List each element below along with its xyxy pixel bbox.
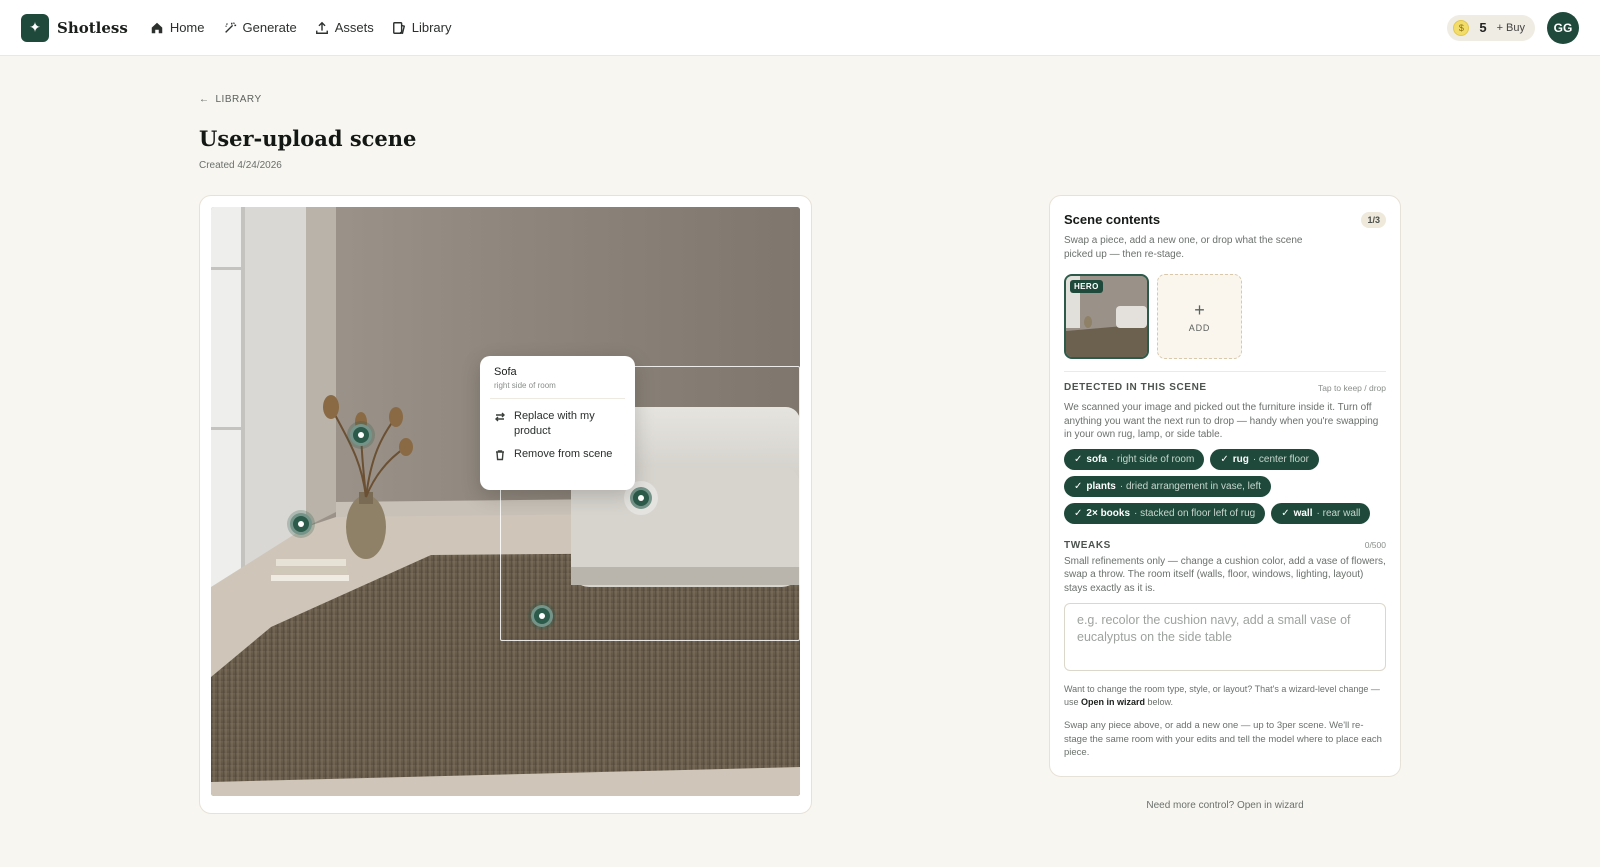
chip-name: 2× books: [1086, 507, 1131, 519]
nav-library[interactable]: Library: [392, 20, 452, 35]
nav-assets-label: Assets: [334, 20, 374, 35]
chip-rug[interactable]: ✓ rug · center floor: [1210, 448, 1319, 470]
chip-name: rug: [1232, 453, 1249, 465]
check-icon: ✓: [1074, 507, 1083, 519]
arrow-left-icon: ←: [199, 94, 210, 105]
library-icon: [392, 21, 405, 34]
remove-label: Remove from scene: [514, 448, 613, 460]
breadcrumb-back-link[interactable]: ← LIBRARY: [199, 94, 262, 105]
books-hotspot-pin[interactable]: [290, 513, 312, 535]
logo-icon[interactable]: ✦: [21, 13, 49, 42]
brand-name[interactable]: Shotless: [57, 19, 128, 37]
chip-name: plants: [1086, 480, 1116, 492]
restage-note: Swap any piece above, or add a new one —…: [1064, 720, 1382, 758]
nav-generate-label: Generate: [242, 20, 297, 35]
plus-icon: +: [1194, 299, 1205, 320]
detected-section-title: DETECTED IN THIS SCENE: [1064, 382, 1207, 393]
panel-description: Swap a piece, add a new one, or drop wha…: [1064, 235, 1303, 260]
chip-desc: · right side of room: [1110, 453, 1195, 465]
scene-thumbnails: HERO + ADD: [1064, 274, 1386, 359]
popover-divider: [490, 398, 625, 399]
replace-with-product-menu-item[interactable]: Replace with my product: [494, 409, 621, 439]
tweaks-description: Small refinements only — change a cushio…: [1064, 555, 1386, 594]
popover-title: Sofa: [494, 366, 517, 378]
chip-desc: · dried arrangement in vase, left: [1119, 480, 1262, 492]
chip-desc: · rear wall: [1316, 507, 1361, 519]
hero-tag: HERO: [1070, 280, 1103, 293]
buy-credits-button[interactable]: + Buy: [1497, 22, 1525, 34]
credits-pill[interactable]: $ 5 + Buy: [1447, 14, 1535, 41]
check-icon: ✓: [1281, 507, 1290, 519]
created-date: Created 4/24/2026: [199, 160, 282, 171]
swap-icon: [495, 412, 505, 422]
detected-hint: Tap to keep / drop: [1317, 382, 1386, 393]
scene-contents-panel: Scene contents 1/3 Swap a piece, add a n…: [1049, 195, 1401, 777]
add-item-button[interactable]: + ADD: [1157, 274, 1242, 359]
note-text-after: below.: [1145, 697, 1174, 707]
panel-title: Scene contents: [1064, 212, 1161, 227]
top-nav-bar: ✦ Shotless Home Generate Assets Library …: [0, 0, 1600, 56]
scene-image-card: Sofa right side of room Replace with my …: [199, 195, 812, 814]
chip-books[interactable]: ✓ 2× books · stacked on floor left of ru…: [1064, 502, 1266, 524]
sofa-hotspot-pin[interactable]: [630, 487, 652, 509]
item-popover-menu: Sofa right side of room Replace with my …: [480, 356, 635, 490]
avatar[interactable]: GG: [1547, 11, 1579, 44]
page-title: User-upload scene: [199, 126, 417, 151]
open-in-wizard-inline-link[interactable]: Open in wizard: [1081, 697, 1145, 707]
check-icon: ✓: [1220, 453, 1229, 465]
check-icon: ✓: [1074, 480, 1083, 492]
chip-name: wall: [1293, 507, 1313, 519]
wizard-note: Want to change the room type, style, or …: [1064, 683, 1386, 709]
detected-chips: ✓ sofa · right side of room ✓ rug · cent…: [1064, 448, 1386, 524]
trash-icon: [496, 450, 504, 461]
nav-home[interactable]: Home: [150, 20, 205, 35]
nav-library-label: Library: [411, 20, 452, 35]
coin-icon: $: [1453, 19, 1470, 36]
check-icon: ✓: [1074, 453, 1083, 465]
tweaks-textarea[interactable]: e.g. recolor the cushion navy, add a sma…: [1064, 603, 1386, 671]
open-in-wizard-link[interactable]: Need more control? Open in wizard: [1049, 800, 1401, 811]
detected-description: We scanned your image and picked out the…: [1064, 402, 1379, 440]
wand-icon: [224, 21, 236, 33]
divider: [1064, 371, 1386, 372]
chip-wall[interactable]: ✓ wall · rear wall: [1271, 502, 1371, 524]
main-nav: Home Generate Assets Library: [150, 20, 452, 35]
chip-desc: · center floor: [1252, 453, 1309, 465]
item-count-badge: 1/3: [1361, 212, 1386, 228]
hero-thumbnail[interactable]: HERO: [1064, 274, 1149, 359]
replace-label: Replace with my product: [514, 410, 595, 437]
home-icon: [151, 22, 163, 33]
add-label: ADD: [1188, 322, 1211, 333]
breadcrumb-label: LIBRARY: [215, 94, 262, 105]
chip-sofa[interactable]: ✓ sofa · right side of room: [1064, 448, 1205, 470]
popover-subtitle: right side of room: [494, 381, 556, 390]
tweaks-title: TWEAKS: [1064, 539, 1111, 551]
nav-generate[interactable]: Generate: [223, 20, 297, 35]
account-area: $ 5 + Buy GG: [1447, 11, 1579, 44]
plants-hotspot-pin[interactable]: [350, 424, 372, 446]
nav-home-label: Home: [169, 20, 205, 35]
remove-from-scene-menu-item[interactable]: Remove from scene: [494, 447, 621, 462]
chip-desc: · stacked on floor left of rug: [1134, 507, 1256, 519]
credit-count: 5: [1479, 20, 1487, 35]
scene-image[interactable]: [211, 207, 800, 796]
chip-plants[interactable]: ✓ plants · dried arrangement in vase, le…: [1064, 475, 1272, 497]
upload-icon: [315, 21, 328, 34]
rug-hotspot-pin[interactable]: [531, 605, 553, 627]
nav-assets[interactable]: Assets: [315, 20, 374, 35]
tweaks-char-count: 0/500: [1364, 540, 1386, 550]
chip-name: sofa: [1086, 453, 1107, 465]
